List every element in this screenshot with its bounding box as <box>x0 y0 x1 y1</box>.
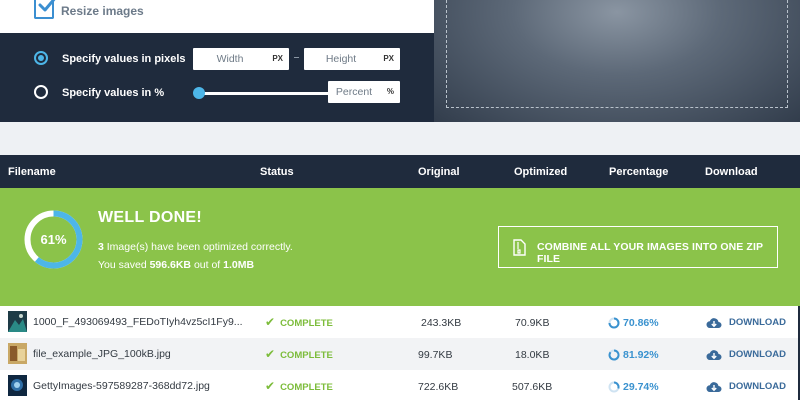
saved-prefix: You saved <box>98 259 150 271</box>
drop-zone[interactable] <box>446 0 788 108</box>
savings-percent: 61% <box>40 232 67 247</box>
percent-input[interactable]: Percent % <box>328 81 400 103</box>
percent-placeholder: Percent <box>335 86 373 98</box>
original-size: 99.7KB <box>418 349 453 361</box>
image-thumbnail-icon <box>8 375 27 396</box>
optimized-count-message: 3 Image(s) have been optimized correctly… <box>98 241 293 253</box>
height-placeholder: Height <box>325 53 357 65</box>
percentage-saved: 70.86% <box>623 317 659 329</box>
saved-mid: out of <box>191 259 224 271</box>
dimension-separator <box>294 57 299 58</box>
width-placeholder: Width <box>216 53 244 65</box>
resize-images-label: Resize images <box>61 4 144 18</box>
file-name: GettyImages-597589287-368dd72.jpg <box>33 380 210 392</box>
download-link[interactable]: DOWNLOAD <box>729 381 786 392</box>
height-unit: PX <box>383 54 394 63</box>
status-text: COMPLETE <box>280 318 333 329</box>
status-text: COMPLETE <box>280 350 333 361</box>
status-badge: ✔ COMPLETE <box>265 315 333 329</box>
cloud-download-icon[interactable] <box>706 317 722 329</box>
file-name: 1000_F_493069493_FEDoTIyh4vz5cI1Fy9... <box>33 316 243 328</box>
progress-ring-icon <box>608 381 620 393</box>
resize-images-toggle[interactable]: Resize images <box>0 0 434 33</box>
original-size: 722.6KB <box>418 381 459 393</box>
progress-ring-icon <box>608 349 620 361</box>
height-input[interactable]: Height PX <box>304 48 400 70</box>
zip-file-icon <box>513 239 526 256</box>
percent-slider-handle[interactable] <box>193 87 205 99</box>
col-download: Download <box>705 166 758 178</box>
total-amount: 1.0MB <box>223 259 255 271</box>
col-optimized: Optimized <box>514 166 568 178</box>
status-text: COMPLETE <box>280 382 333 393</box>
download-link[interactable]: DOWNLOAD <box>729 349 786 360</box>
checkmark-icon <box>38 0 56 12</box>
check-icon: ✔ <box>265 379 276 393</box>
col-percentage: Percentage <box>609 166 669 178</box>
saved-amount: 596.6KB <box>149 259 192 271</box>
file-name: file_example_JPG_100kB.jpg <box>33 348 171 360</box>
combine-zip-label: COMBINE ALL YOUR IMAGES INTO ONE ZIP FIL… <box>537 241 763 265</box>
col-status: Status <box>260 166 294 178</box>
optimized-size: 507.6KB <box>512 381 553 393</box>
results-table-header: Filename Status Original Optimized Perce… <box>0 155 800 188</box>
image-thumbnail-icon <box>8 343 27 364</box>
well-done-title: WELL DONE! <box>98 209 203 226</box>
percent-slider-track[interactable] <box>199 92 330 95</box>
resize-settings-area: Resize images Specify values in pixels W… <box>0 0 800 122</box>
table-row: 1000_F_493069493_FEDoTIyh4vz5cI1Fy9... ✔… <box>0 306 800 338</box>
table-row: file_example_JPG_100kB.jpg ✔ COMPLETE 99.… <box>0 338 800 370</box>
cloud-download-icon[interactable] <box>706 349 722 361</box>
status-badge: ✔ COMPLETE <box>265 347 333 361</box>
status-badge: ✔ COMPLETE <box>265 379 333 393</box>
pixels-option-label: Specify values in pixels <box>62 53 186 65</box>
table-row: GettyImages-597589287-368dd72.jpg ✔ COMPL… <box>0 370 800 400</box>
col-original: Original <box>418 166 460 178</box>
check-icon: ✔ <box>265 347 276 361</box>
percentage-saved: 29.74% <box>623 381 659 393</box>
combine-zip-button[interactable]: COMBINE ALL YOUR IMAGES INTO ONE ZIP FIL… <box>498 226 778 268</box>
col-filename: Filename <box>8 166 56 178</box>
success-banner: 61% WELL DONE! 3 Image(s) have been opti… <box>0 188 800 306</box>
check-icon: ✔ <box>265 315 276 329</box>
image-thumbnail-icon <box>8 311 27 332</box>
download-link[interactable]: DOWNLOAD <box>729 317 786 328</box>
percent-unit: % <box>386 87 394 96</box>
width-input[interactable]: Width PX <box>193 48 289 70</box>
percent-option-label: Specify values in % <box>62 87 165 99</box>
width-unit: PX <box>272 54 283 63</box>
progress-ring-icon <box>608 317 620 329</box>
original-size: 243.3KB <box>421 317 462 329</box>
optimized-size: 70.9KB <box>515 317 550 329</box>
radio-percent[interactable] <box>34 85 48 99</box>
radio-pixels[interactable] <box>34 51 48 65</box>
resize-checkbox[interactable] <box>34 0 56 19</box>
cloud-download-icon[interactable] <box>706 381 722 393</box>
optimized-count-text: Image(s) have been optimized correctly. <box>103 241 293 253</box>
saved-message: You saved 596.6KB out of 1.0MB <box>98 259 254 271</box>
optimized-size: 18.0KB <box>515 349 550 361</box>
resize-options-panel: Specify values in pixels Width PX Height… <box>0 33 434 122</box>
percentage-saved: 81.92% <box>623 349 659 361</box>
